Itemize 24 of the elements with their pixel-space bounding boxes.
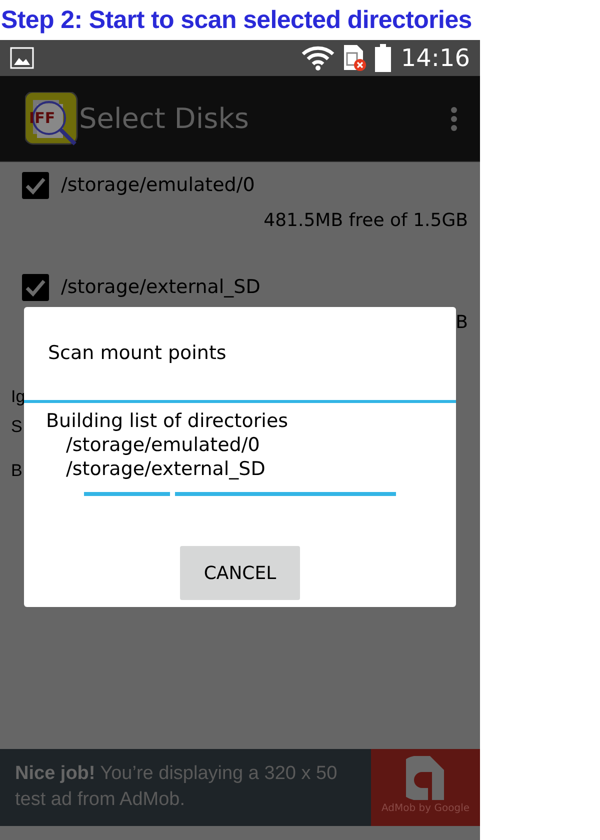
free-space-text: 481.5MB free of 1.5GB: [264, 212, 468, 230]
overflow-menu-icon[interactable]: [450, 106, 458, 132]
cancel-button[interactable]: CANCEL: [180, 546, 300, 600]
checkbox[interactable]: [22, 274, 49, 301]
directory-path: /storage/emulated/0: [65, 433, 261, 457]
image-icon: [10, 47, 34, 69]
admob-logo-icon: [406, 756, 446, 800]
app-title: Select Disks: [79, 104, 250, 132]
checkbox[interactable]: [22, 172, 49, 199]
free-space-text: B: [456, 314, 468, 332]
ad-text[interactable]: Nice job! You’re displaying a 320 x 50 test ad from AdMob.: [15, 761, 371, 813]
dialog-title: Scan mount points: [48, 344, 226, 363]
directory-path: /storage/external_SD: [65, 457, 266, 481]
disk-path: /storage/emulated/0: [61, 176, 255, 195]
sim-card-error-icon: [342, 44, 367, 72]
wifi-icon: [300, 45, 335, 71]
setting-label: S: [11, 417, 22, 436]
setting-label: Ig: [11, 387, 26, 406]
clock-time: 14:16: [400, 46, 470, 70]
setting-label: B: [11, 461, 22, 480]
battery-icon: [374, 44, 391, 72]
dialog-message: Building list of directories: [46, 409, 290, 433]
disk-path: /storage/external_SD: [61, 278, 260, 297]
step-caption: Step 2: Start to scan selected directories: [1, 8, 472, 32]
